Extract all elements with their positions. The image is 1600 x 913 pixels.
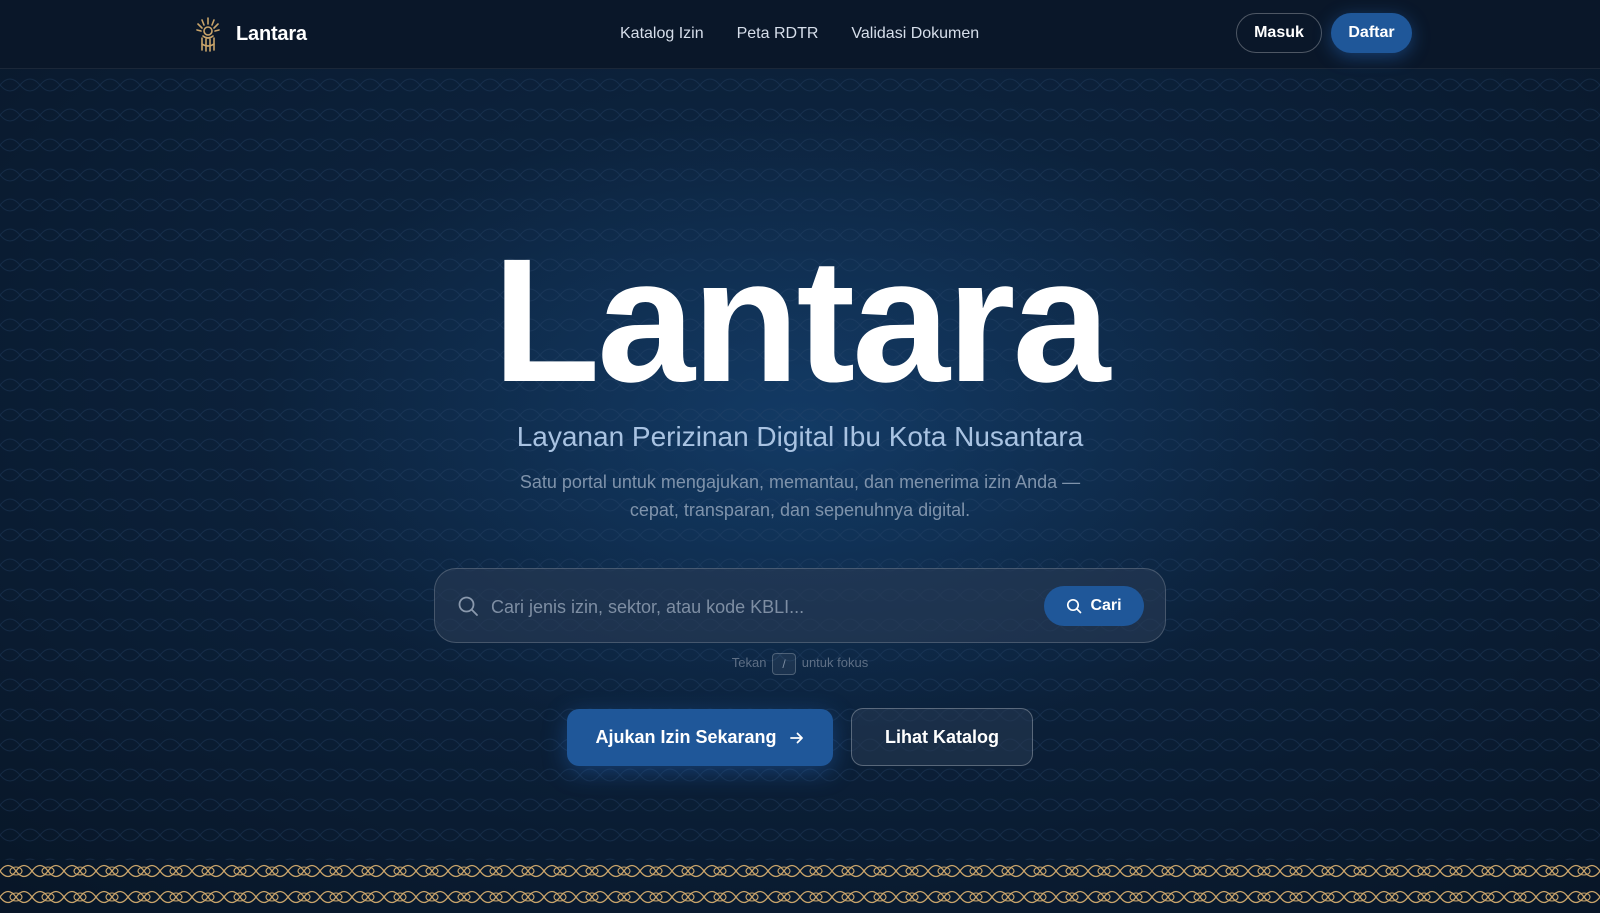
top-navbar: Lantara Katalog Izin Peta RDTR Validasi … (0, 0, 1600, 69)
ornament-border (0, 858, 1600, 913)
hint-suffix: untuk fokus (801, 655, 869, 670)
hero-subtitle: Layanan Perizinan Digital Ibu Kota Nusan… (516, 421, 1084, 452)
search-button[interactable]: Cari (1044, 586, 1144, 626)
brand-home-link[interactable]: Lantara (194, 14, 307, 54)
brand-name: Lantara (236, 22, 307, 45)
apply-permit-label: Ajukan Izin Sekarang (595, 727, 777, 747)
arrow-right-icon (789, 732, 803, 743)
register-button[interactable]: Daftar (1331, 13, 1412, 53)
nav-link-katalog-izin[interactable]: Katalog Izin (620, 22, 704, 46)
login-button[interactable]: Masuk (1236, 13, 1322, 53)
nav-link-peta-rdtr[interactable]: Peta RDTR (737, 22, 819, 46)
hero-title: Lantara (492, 223, 1111, 419)
shortcut-key: / (772, 652, 797, 675)
nav-link-validasi-dokumen[interactable]: Validasi Dokumen (851, 22, 979, 46)
main-nav: Katalog Izin Peta RDTR Validasi Dokumen (620, 22, 979, 46)
search-icon (1067, 598, 1082, 614)
view-catalog-button[interactable]: Lihat Katalog (851, 708, 1033, 766)
hero-description: Satu portal untuk mengajukan, memantau, … (519, 472, 1081, 520)
lantara-logo-icon (196, 17, 220, 52)
keyboard-shortcut-hint: Tekan / untuk fokus (0, 652, 1600, 675)
search-button-label: Cari (1090, 597, 1122, 614)
apply-permit-button[interactable]: Ajukan Izin Sekarang (567, 709, 833, 766)
search-input[interactable] (489, 587, 1013, 627)
search-bar: Cari (434, 568, 1166, 643)
landing-page: Lantara Katalog Izin Peta RDTR Validasi … (0, 0, 1600, 913)
search-icon (458, 596, 478, 616)
hint-prefix: Tekan (731, 655, 767, 670)
